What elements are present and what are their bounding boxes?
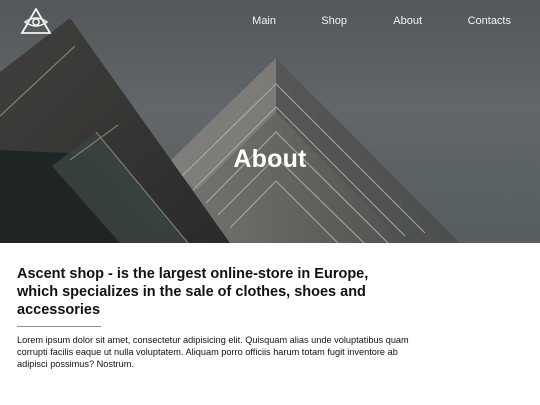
- about-page: Main Shop About Contacts About Ascent sh…: [0, 0, 540, 405]
- headline-divider: [17, 326, 101, 327]
- nav-link-contacts[interactable]: Contacts: [468, 14, 511, 28]
- eye-triangle-logo-icon[interactable]: [20, 8, 52, 34]
- nav-link-about[interactable]: About: [393, 14, 422, 28]
- nav-link-shop[interactable]: Shop: [321, 14, 347, 28]
- nav-link-main[interactable]: Main: [252, 14, 276, 28]
- about-headline: Ascent shop - is the largest online-stor…: [17, 266, 369, 318]
- about-description: Lorem ipsum dolor sit amet, consectetur …: [17, 335, 409, 369]
- hero-section: Main Shop About Contacts About: [0, 0, 540, 243]
- page-title: About: [233, 144, 307, 173]
- about-content: Ascent shop - is the largest online-stor…: [17, 265, 437, 379]
- top-navigation: Main Shop About Contacts: [0, 0, 540, 42]
